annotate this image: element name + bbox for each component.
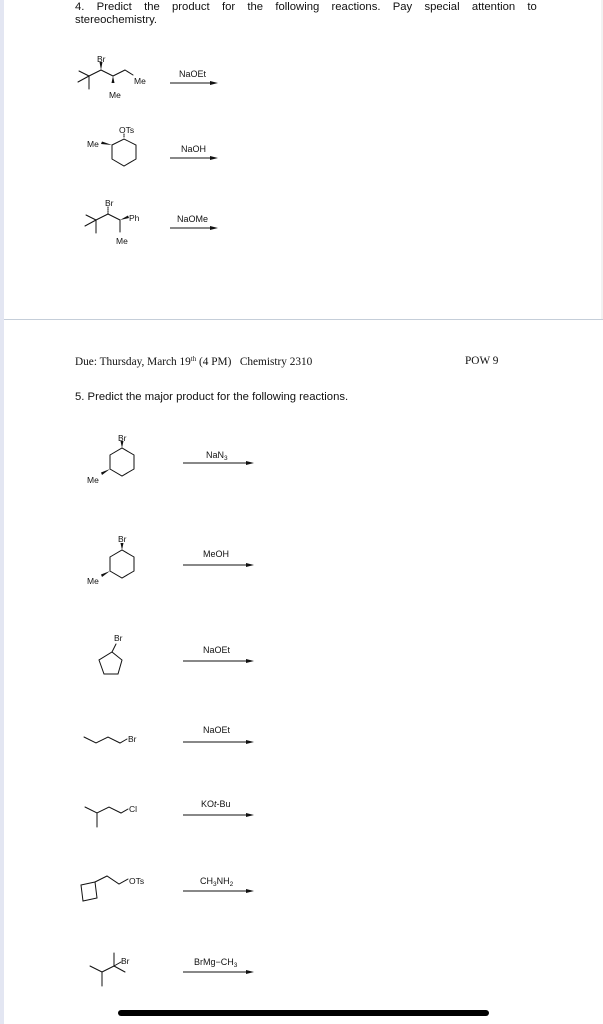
reagent-label: NaN3 xyxy=(206,450,228,462)
arrow-head-icon xyxy=(246,813,254,817)
reaction-5f-arrow: CH3NH2 xyxy=(183,876,254,893)
reaction-5d-substrate: Br xyxy=(83,734,137,744)
label-br: Br xyxy=(118,433,127,443)
label-me: Me xyxy=(87,576,99,586)
reaction-5e-arrow: KOt-Bu xyxy=(183,799,254,817)
reagent-label: MeOH xyxy=(203,549,229,559)
label-br: Br xyxy=(128,734,137,744)
label-br: Br xyxy=(114,633,123,643)
reagent-label: BrMg−CH3 xyxy=(194,957,238,969)
reagent-label: NaOEt xyxy=(203,645,231,655)
label-br: Br xyxy=(121,956,130,966)
label-ots: OTs xyxy=(129,876,144,886)
question-5-reactions: Br Me NaN3 Br Me MeOH Br NaOEt Br NaOEt xyxy=(80,433,254,987)
reaction-5g-arrow: BrMg−CH3 xyxy=(183,957,254,974)
arrow-head-icon xyxy=(246,563,254,567)
wedge-bond xyxy=(120,543,124,550)
arrow-head-icon xyxy=(246,970,254,974)
reaction-5f-substrate: OTs xyxy=(80,875,144,902)
reaction-5b-arrow: MeOH xyxy=(183,549,254,567)
reaction-5c-substrate: Br xyxy=(98,633,123,675)
label-me: Me xyxy=(87,475,99,485)
arrow-head-icon xyxy=(246,740,254,744)
reaction-5b-substrate: Br Me xyxy=(87,534,135,586)
label-cl: Cl xyxy=(129,804,137,814)
reaction-5g-substrate: Br xyxy=(89,952,130,987)
arrow-head-icon xyxy=(246,461,254,465)
reagent-label: CH3NH2 xyxy=(200,876,234,888)
reaction-5e-substrate: Cl xyxy=(84,804,137,828)
reagent-label: NaOEt xyxy=(203,725,231,735)
reaction-5a-arrow: NaN3 xyxy=(183,450,254,465)
reaction-5a-substrate: Br Me xyxy=(87,433,135,485)
reaction-5c-arrow: NaOEt xyxy=(183,645,254,663)
home-indicator[interactable] xyxy=(118,1010,489,1016)
reaction-5d-arrow: NaOEt xyxy=(183,725,254,744)
arrow-head-icon xyxy=(246,889,254,893)
reagent-label: KOt-Bu xyxy=(201,799,231,809)
label-br: Br xyxy=(118,534,127,544)
arrow-head-icon xyxy=(246,659,254,663)
wedge-bond xyxy=(101,469,110,475)
wedge-bond xyxy=(101,571,110,577)
